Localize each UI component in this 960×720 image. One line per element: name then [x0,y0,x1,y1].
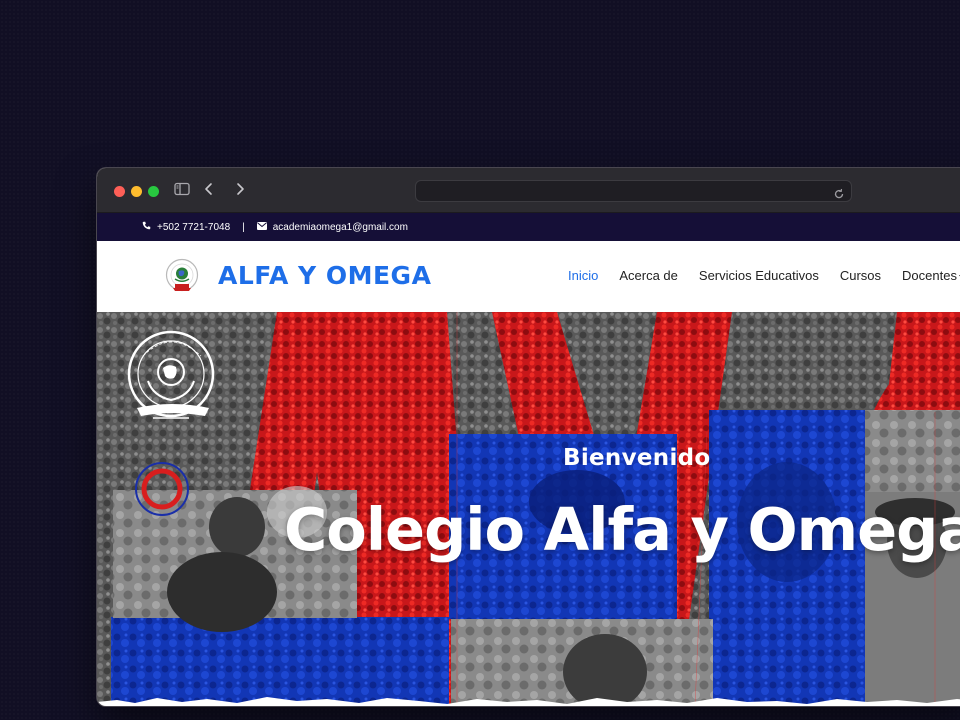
school-emblem [123,326,223,436]
forward-arrow-icon[interactable] [234,181,246,201]
phone-contact[interactable]: +502 7721-7048 [142,221,230,233]
close-window-button[interactable] [114,186,125,197]
hero-subtitle: Bienvenido [563,445,711,471]
main-nav: Inicio Acerca de Servicios Educativos Cu… [568,268,960,283]
nav-link-acerca-de[interactable]: Acerca de [619,268,678,283]
mail-icon [256,221,267,233]
email-address: academiaomega1@gmail.com [272,221,408,233]
contact-topbar: +502 7721-7048 | academiaomega1@gmail.co… [97,213,960,241]
nav-dropdown-docentes[interactable]: Docentes [902,268,960,283]
school-logo[interactable] [165,258,199,300]
browser-toolbar [97,168,960,213]
sidebar-toggle-icon[interactable] [174,181,190,200]
decorative-ring-icon [133,460,191,522]
brand-title[interactable]: ALFA Y OMEGA [218,258,431,294]
back-arrow-icon[interactable] [203,181,215,201]
address-bar[interactable] [415,180,852,202]
email-contact[interactable]: academiaomega1@gmail.com [256,221,408,233]
torn-paper-edge [97,697,960,706]
hero-banner: Bienvenido Colegio Alfa y Omega [97,312,960,706]
phone-icon [142,221,151,233]
site-navbar: ALFA Y OMEGA Inicio Acerca de Servicios … [97,241,960,312]
nav-link-docentes-label: Docentes [902,268,957,283]
nav-link-cursos[interactable]: Cursos [840,268,881,283]
phone-number: +502 7721-7048 [157,221,231,233]
nav-link-inicio[interactable]: Inicio [568,268,598,283]
reload-icon[interactable] [833,185,845,204]
nav-link-servicios-educativos[interactable]: Servicios Educativos [699,268,819,283]
minimize-window-button[interactable] [131,186,142,197]
topbar-separator: | [242,221,245,233]
hero-title: Colegio Alfa y Omega [284,495,960,564]
browser-window: +502 7721-7048 | academiaomega1@gmail.co… [97,168,960,706]
maximize-window-button[interactable] [148,186,159,197]
